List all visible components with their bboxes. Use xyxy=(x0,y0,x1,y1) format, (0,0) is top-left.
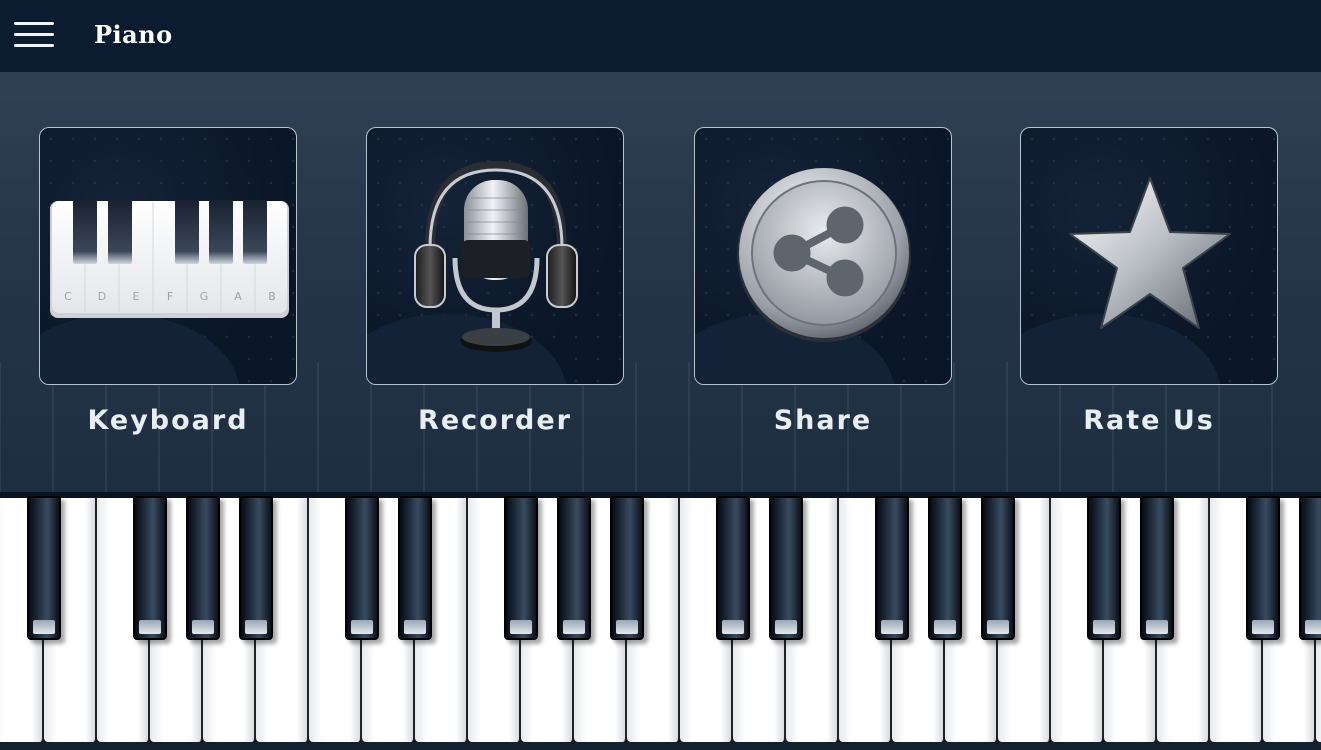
black-key[interactable] xyxy=(1299,496,1321,640)
black-key[interactable] xyxy=(610,496,644,640)
app-bar: Piano xyxy=(0,0,1321,73)
black-key[interactable] xyxy=(1087,496,1121,640)
hamburger-menu-icon[interactable] xyxy=(14,22,54,50)
share-label[interactable]: Share xyxy=(694,405,952,436)
black-key[interactable] xyxy=(716,496,750,640)
keyboard-label[interactable]: Keyboard xyxy=(39,405,297,436)
black-key[interactable] xyxy=(239,496,273,640)
black-key[interactable] xyxy=(928,496,962,640)
keyboard-note-label: E xyxy=(133,290,140,303)
black-key[interactable] xyxy=(1140,496,1174,640)
keyboard-note-label: B xyxy=(268,290,276,303)
black-key[interactable] xyxy=(345,496,379,640)
keyboard-note-label: F xyxy=(167,290,173,303)
keyboard-note-label: A xyxy=(234,290,242,303)
black-key[interactable] xyxy=(557,496,591,640)
keyboard-note-label: D xyxy=(98,290,106,303)
app-title: Piano xyxy=(94,20,173,49)
black-key[interactable] xyxy=(981,496,1015,640)
black-key[interactable] xyxy=(133,496,167,640)
black-key[interactable] xyxy=(875,496,909,640)
black-key[interactable] xyxy=(27,496,61,640)
keyboard-tile[interactable]: CDEFGAB xyxy=(39,127,297,385)
piano-keyboard[interactable] xyxy=(0,492,1321,750)
black-key[interactable] xyxy=(1246,496,1280,640)
share-tile[interactable] xyxy=(694,127,952,385)
black-key[interactable] xyxy=(504,496,538,640)
rate-us-label[interactable]: Rate Us xyxy=(1020,405,1278,436)
main-menu-panel: C D E F G A B Keyboard Recorder Share Rate Us xyxy=(0,72,1321,492)
star-icon xyxy=(1069,177,1231,329)
recorder-label[interactable]: Recorder xyxy=(366,405,624,436)
microphone-headphones-icon xyxy=(414,160,578,352)
recorder-tile[interactable] xyxy=(366,127,624,385)
keyboard-note-label: C xyxy=(64,290,72,303)
black-key[interactable] xyxy=(186,496,220,640)
share-icon xyxy=(737,168,911,342)
keyboard-note-label: G xyxy=(200,290,209,303)
rate-us-tile[interactable] xyxy=(1020,127,1278,385)
piano-bottom-rail xyxy=(0,742,1321,750)
black-key[interactable] xyxy=(398,496,432,640)
piano-keyboard-icon: CDEFGAB xyxy=(50,200,289,318)
black-key[interactable] xyxy=(769,496,803,640)
